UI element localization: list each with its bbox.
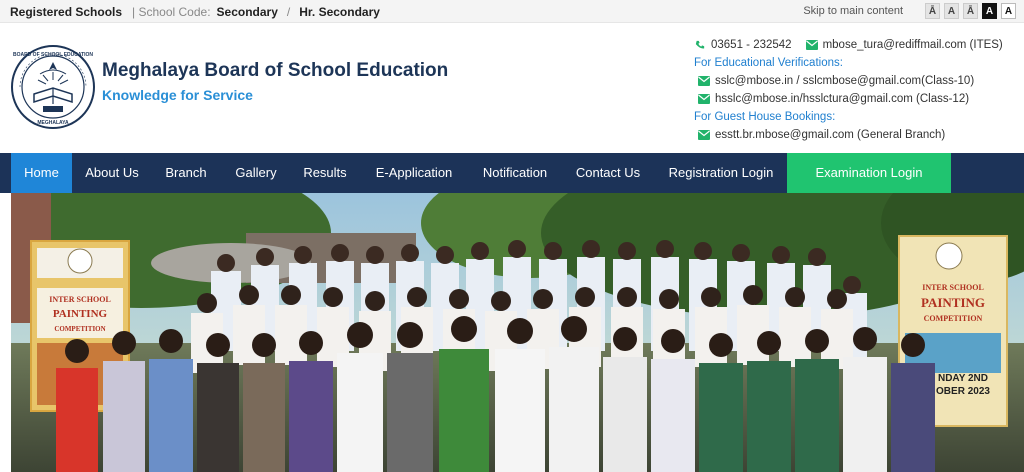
dark-contrast-button[interactable]: A [982,3,997,19]
site-tagline: Knowledge for Service [102,87,253,103]
hsslc-email[interactable]: hsslc@mbose.in/hsslctura@gmail.com (Clas… [715,93,969,105]
school-links: Registered Schools | School Code: Second… [10,5,380,19]
light-contrast-button[interactable]: A [1001,3,1016,19]
poster-left-line-3: COMPETITION [54,325,105,333]
poster-left-line-1: INTER SCHOOL [49,295,111,304]
email-icon [698,94,710,104]
guest-email-row: esstt.br.mbose@gmail.com (General Branch… [694,126,1024,144]
phone-number[interactable]: 03651 - 232542 [711,39,792,51]
nav-home[interactable]: Home [11,153,72,193]
email-icon [805,40,818,50]
group-photo: INTER SCHOOL PAINTING COMPETITION INTER … [11,193,1024,472]
site-header: BOARD OF SCHOOL EDUCATION MEGHALAYA Megh… [0,24,1024,152]
contact-info: 03651 - 232542 mbose_tura@rediffmail.com… [694,36,1024,144]
nav-results[interactable]: Results [294,153,356,193]
email-icon [698,130,710,140]
nav-registration-login[interactable]: Registration Login [658,153,784,193]
registered-schools-link[interactable]: Registered Schools [10,5,122,19]
poster-left-line-2: PAINTING [53,308,108,320]
link-divider: / [286,5,291,19]
nav-examination-login[interactable]: Examination Login [787,153,951,193]
nav-e-application[interactable]: E-Application [361,153,467,193]
nav-branch[interactable]: Branch [154,153,218,193]
nav-notification[interactable]: Notification [472,153,558,193]
svg-text:MEGHALAYA: MEGHALAYA [37,120,69,126]
sslc-email-row: sslc@mbose.in / sslcmbose@gmail.com(Clas… [694,72,1024,90]
poster-right-line-1: INTER SCHOOL [922,283,984,292]
site-title[interactable]: Meghalaya Board of School Education [102,60,448,82]
hero-banner: INTER SCHOOL PAINTING COMPETITION INTER … [11,193,1024,472]
poster-right-line-2: PAINTING [921,295,985,310]
font-increase-button[interactable]: Ā [963,3,978,19]
hsslc-email-row: hsslc@mbose.in/hsslctura@gmail.com (Clas… [694,90,1024,108]
font-normal-button[interactable]: A [944,3,959,19]
secondary-link[interactable]: Secondary [217,5,278,19]
accessibility-controls: Skip to main content Ā A Ā A A [803,3,1016,19]
phone-email-row: 03651 - 232542 mbose_tura@rediffmail.com… [694,36,1024,54]
font-decrease-button[interactable]: Ā [925,3,940,19]
top-utility-bar: Registered Schools | School Code: Second… [0,0,1024,23]
guest-house-email[interactable]: esstt.br.mbose@gmail.com (General Branch… [715,129,945,141]
poster-right-line-3: COMPETITION [924,314,983,323]
poster-right-line-5: OBER 2023 [936,386,990,397]
hr-secondary-link[interactable]: Hr. Secondary [299,5,380,19]
sslc-email[interactable]: sslc@mbose.in / sslcmbose@gmail.com(Clas… [715,75,974,87]
nav-gallery[interactable]: Gallery [223,153,289,193]
nav-about-us[interactable]: About Us [74,153,150,193]
skip-to-main-link[interactable]: Skip to main content [803,5,903,17]
phone-icon [695,40,705,49]
mbose-logo[interactable]: BOARD OF SCHOOL EDUCATION MEGHALAYA [10,44,96,130]
nav-contact-us[interactable]: Contact Us [566,153,650,193]
poster-right-line-4: NDAY 2ND [938,373,988,384]
verification-heading: For Educational Verifications: [694,57,843,69]
main-email[interactable]: mbose_tura@rediffmail.com (ITES) [823,39,1003,51]
main-navigation: Home About Us Branch Gallery Results E-A… [0,153,1024,193]
email-icon [698,76,710,86]
guest-house-heading: For Guest House Bookings: [694,111,836,123]
svg-text:BOARD OF SCHOOL EDUCATION: BOARD OF SCHOOL EDUCATION [13,52,93,58]
school-code-label: | School Code: [132,5,211,19]
